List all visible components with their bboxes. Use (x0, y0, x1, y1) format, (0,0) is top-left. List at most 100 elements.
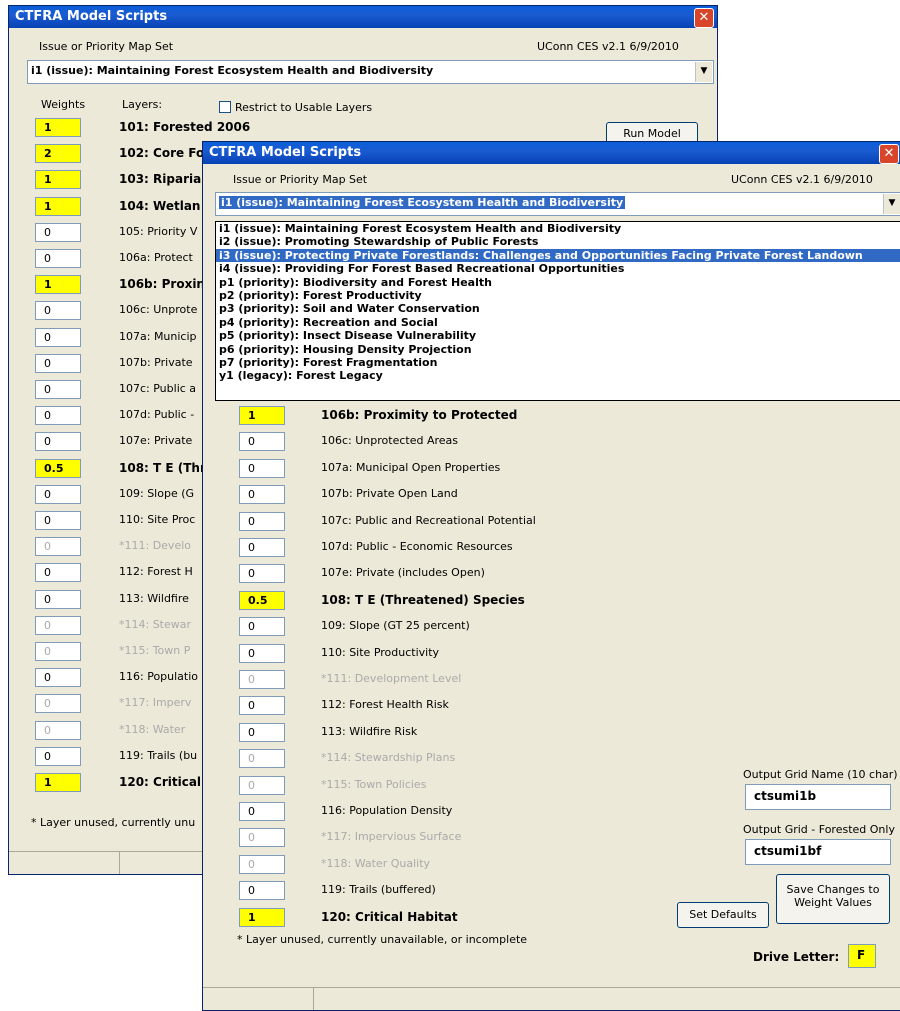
front-layer-label: 107b: Private Open Land (321, 487, 458, 501)
back-layer-label: 107a: Municip (119, 329, 197, 343)
back-weight-input[interactable]: 0 (35, 563, 81, 583)
front-weight-input[interactable]: 0 (239, 432, 285, 452)
back-restrict-label: Restrict to Usable Layers (235, 101, 373, 114)
front-weight-input[interactable]: 0 (239, 854, 285, 874)
front-version-label: UConn CES v2.1 6/9/2010 (731, 173, 873, 186)
front-weight-input[interactable]: 1 (239, 406, 285, 425)
save-weights-button[interactable]: Save Changes to Weight Values (776, 874, 890, 924)
back-layer-label: 108: T E (Thr (119, 460, 206, 475)
back-weight-input[interactable]: 0 (35, 327, 81, 347)
dropdown-option[interactable]: i1 (issue): Maintaining Forest Ecosystem… (216, 222, 900, 235)
back-weight-input[interactable]: 1 (35, 196, 81, 216)
back-weight-input[interactable]: 0 (35, 615, 81, 635)
back-weight-input[interactable]: 0 (35, 589, 81, 609)
back-weight-input[interactable]: 0 (35, 432, 81, 452)
back-layer-label: 103: Riparia (119, 172, 202, 187)
front-weight-input[interactable]: 0 (239, 802, 285, 821)
back-layer-label: 106b: Proxin (119, 277, 205, 292)
drive-letter-input[interactable]: F (848, 944, 876, 968)
chevron-down-icon[interactable]: ▼ (883, 194, 900, 214)
back-weight-input[interactable]: 0 (35, 511, 81, 530)
front-weight-input[interactable]: 0 (239, 511, 285, 531)
front-weight-input[interactable]: 0 (239, 696, 285, 716)
back-weight-input[interactable]: 0 (35, 720, 81, 740)
issue-dropdown-list: i1 (issue): Maintaining Forest Ecosystem… (215, 221, 900, 401)
front-weight-input[interactable]: 0 (239, 538, 285, 557)
back-weight-input[interactable]: 0 (35, 406, 81, 426)
back-layers-header: Layers: (122, 98, 163, 111)
back-weight-input[interactable]: 0 (35, 484, 81, 504)
front-issue-select[interactable]: i1 (issue): Maintaining Forest Ecosystem… (215, 192, 900, 216)
dropdown-option[interactable]: p1 (priority): Biodiversity and Forest H… (216, 276, 900, 289)
back-layer-label: 107c: Public a (119, 382, 197, 395)
front-weight-input[interactable]: 0 (239, 458, 285, 478)
front-weight-input[interactable]: 0 (239, 775, 285, 795)
chevron-down-icon[interactable]: ▼ (695, 62, 712, 82)
back-weight-input[interactable]: 0 (35, 249, 81, 268)
back-weight-input[interactable]: 0 (35, 301, 81, 321)
back-layer-label: 120: Critical (119, 775, 202, 789)
front-weight-input[interactable]: 0 (239, 749, 285, 769)
front-weight-input[interactable]: 0 (239, 722, 285, 742)
output-forested-label: Output Grid - Forested Only (743, 823, 895, 836)
front-weight-input[interactable]: 0 (239, 564, 285, 584)
dropdown-option[interactable]: p6 (priority): Housing Density Projectio… (216, 343, 900, 356)
back-layer-label: 104: Wetlan (119, 198, 201, 213)
back-weight-input[interactable]: 0 (35, 537, 81, 557)
dropdown-option[interactable]: p5 (priority): Insect Disease Vulnerabil… (216, 329, 900, 342)
dropdown-option[interactable]: p4 (priority): Recreation and Social (216, 316, 900, 329)
back-weight-input[interactable]: 0 (35, 668, 81, 688)
back-weight-input[interactable]: 0 (35, 746, 81, 766)
front-weight-input[interactable]: 1 (239, 907, 285, 927)
dropdown-option[interactable]: y1 (legacy): Forest Legacy (216, 369, 900, 382)
back-weight-input[interactable]: 1 (35, 275, 81, 295)
back-weight-input[interactable]: 0 (35, 222, 81, 242)
output-grid-label: Output Grid Name (10 char) (743, 768, 898, 781)
checkbox-icon[interactable] (219, 101, 231, 113)
back-layer-label: 116: Populatio (119, 670, 199, 684)
back-close-icon[interactable]: ✕ (694, 8, 714, 28)
front-layer-label: *114: Stewardship Plans (321, 751, 456, 765)
set-defaults-button[interactable]: Set Defaults (677, 902, 769, 928)
back-weight-input[interactable]: 1 (35, 773, 81, 792)
back-restrict-checkbox[interactable]: Restrict to Usable Layers (219, 101, 372, 114)
back-footnote: * Layer unused, currently unu (31, 816, 196, 829)
back-weight-input[interactable]: 2 (35, 144, 81, 164)
front-weight-input[interactable]: 0 (239, 643, 285, 663)
output-grid-input[interactable]: ctsumi1b (745, 784, 891, 810)
dropdown-option[interactable]: i3 (issue): Protecting Private Forestlan… (216, 248, 900, 263)
drive-letter-label: Drive Letter: (753, 950, 840, 964)
back-layer-label: 109: Slope (G (119, 486, 195, 500)
back-weight-input[interactable]: 0.5 (35, 458, 81, 478)
back-window-titlebar[interactable]: CTFRA Model Scripts ✕ (9, 6, 717, 28)
front-weight-input[interactable]: 0 (239, 828, 285, 848)
dropdown-option[interactable]: i2 (issue): Promoting Stewardship of Pub… (216, 235, 900, 248)
front-weight-input[interactable]: 0 (239, 485, 285, 505)
back-weight-input[interactable]: 0 (35, 694, 81, 714)
output-forested-input[interactable]: ctsumi1bf (745, 839, 891, 865)
dropdown-option[interactable]: p3 (priority): Soil and Water Conservati… (216, 302, 900, 315)
back-weight-input[interactable]: 0 (35, 380, 81, 399)
back-weight-input[interactable]: 1 (35, 118, 81, 137)
back-layer-label: 112: Forest H (119, 565, 193, 579)
back-layer-label: 105: Priority V (119, 224, 198, 238)
front-window-titlebar[interactable]: CTFRA Model Scripts ✕ (203, 142, 900, 164)
back-weight-input[interactable]: 0 (35, 642, 81, 661)
front-weight-input[interactable]: 0 (239, 670, 285, 689)
save-weights-line2: Weight Values (794, 896, 872, 909)
dropdown-option[interactable]: i4 (issue): Providing For Forest Based R… (216, 262, 900, 275)
back-issue-select[interactable]: i1 (issue): Maintaining Forest Ecosystem… (27, 60, 714, 84)
front-close-icon[interactable]: ✕ (879, 144, 899, 164)
back-layer-label: 107e: Private (119, 434, 193, 448)
back-weight-input[interactable]: 1 (35, 170, 81, 190)
dropdown-option[interactable]: p2 (priority): Forest Productivity (216, 289, 900, 302)
back-layer-label: *118: Water (119, 722, 186, 736)
front-weight-input[interactable]: 0 (239, 617, 285, 637)
front-layer-label: 116: Population Density (321, 804, 453, 817)
back-layer-label: 106a: Protect (119, 251, 193, 264)
front-weight-input[interactable]: 0.5 (239, 590, 285, 610)
front-weight-input[interactable]: 0 (239, 881, 285, 901)
back-weight-input[interactable]: 0 (35, 353, 81, 373)
dropdown-option[interactable]: p7 (priority): Forest Fragmentation (216, 356, 900, 369)
back-version-label: UConn CES v2.1 6/9/2010 (537, 40, 679, 53)
